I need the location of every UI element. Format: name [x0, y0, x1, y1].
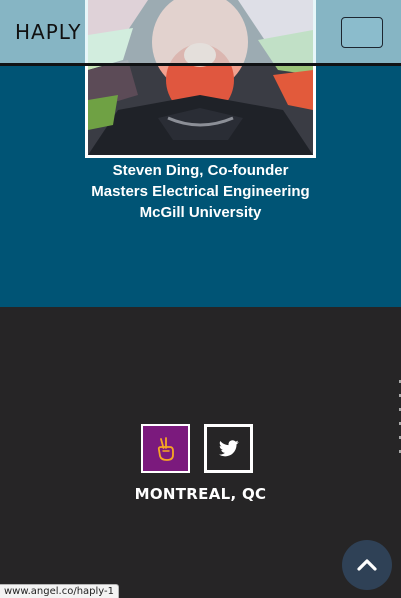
twitter-bird-icon [218, 440, 239, 457]
founder-school: McGill University [139, 204, 262, 221]
founder-name: Steven Ding, Co-founder [112, 162, 289, 179]
angellist-link[interactable] [141, 424, 190, 473]
brand-logo[interactable]: HAPLY [15, 20, 81, 44]
founder-caption: Steven Ding, Co-founder Masters Electric… [0, 160, 401, 223]
angellist-peace-hand-icon [157, 436, 174, 461]
founder-degree: Masters Electrical Engineering [91, 183, 310, 200]
status-bar-url: www.angel.co/haply-1 [0, 584, 120, 598]
menu-toggle-button[interactable] [341, 17, 383, 48]
top-navbar: HAPLY [0, 0, 401, 66]
location-text: MONTREAL, QC [134, 485, 267, 503]
chevron-up-icon [357, 559, 377, 571]
twitter-link[interactable] [204, 424, 253, 473]
scroll-to-top-button[interactable] [342, 540, 392, 590]
